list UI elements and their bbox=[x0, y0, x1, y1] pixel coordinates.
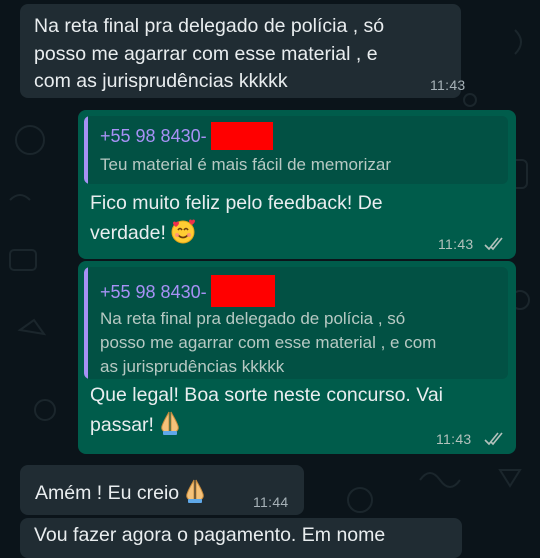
message-bubble-incoming[interactable]: Amém ! Eu creio 11:44 bbox=[20, 465, 304, 515]
message-bubble-incoming[interactable]: Vou fazer agora o pagamento. Em nome bbox=[20, 518, 462, 558]
quote-text: Teu material é mais fácil de memorizar bbox=[100, 155, 391, 174]
message-bubble-outgoing[interactable]: +55 98 8430- Teu material é mais fácil d… bbox=[78, 110, 516, 259]
message-time: 11:43 bbox=[430, 77, 466, 93]
smiling-face-with-hearts-icon bbox=[170, 218, 196, 253]
quoted-message[interactable]: +55 98 8430- Na reta final pra delegado … bbox=[84, 267, 508, 379]
message-bubble-incoming[interactable]: Na reta final pra delegado de polícia , … bbox=[20, 4, 465, 98]
folded-hands-icon bbox=[158, 410, 182, 445]
message-text: Fico muito feliz pelo feedback! De verda… bbox=[90, 190, 383, 252]
folded-hands-icon bbox=[183, 478, 207, 513]
message-time: 11:43 bbox=[436, 431, 472, 447]
quote-accent-bar bbox=[84, 116, 88, 184]
read-receipt-icon bbox=[484, 432, 503, 446]
message-time: 11:44 bbox=[253, 494, 289, 510]
quoted-message[interactable]: +55 98 8430- Teu material é mais fácil d… bbox=[84, 116, 508, 184]
message-text: Vou fazer agora o pagamento. Em nome bbox=[34, 524, 386, 546]
redacted-phone-digits bbox=[211, 122, 273, 150]
message-text: Na reta final pra delegado de polícia , … bbox=[34, 15, 385, 92]
quote-author: +55 98 8430- bbox=[100, 126, 207, 146]
quote-author: +55 98 8430- bbox=[100, 282, 207, 302]
message-time: 11:43 bbox=[438, 236, 474, 252]
message-bubble-outgoing[interactable]: +55 98 8430- Na reta final pra delegado … bbox=[78, 261, 516, 454]
read-receipt-icon bbox=[484, 237, 503, 251]
quote-accent-bar bbox=[84, 267, 88, 379]
redacted-phone-digits bbox=[211, 275, 275, 307]
quote-text: Na reta final pra delegado de polícia , … bbox=[100, 309, 437, 376]
message-text: Que legal! Boa sorte neste concurso. Vai… bbox=[90, 382, 443, 444]
message-text: Amém ! Eu creio bbox=[35, 478, 207, 513]
